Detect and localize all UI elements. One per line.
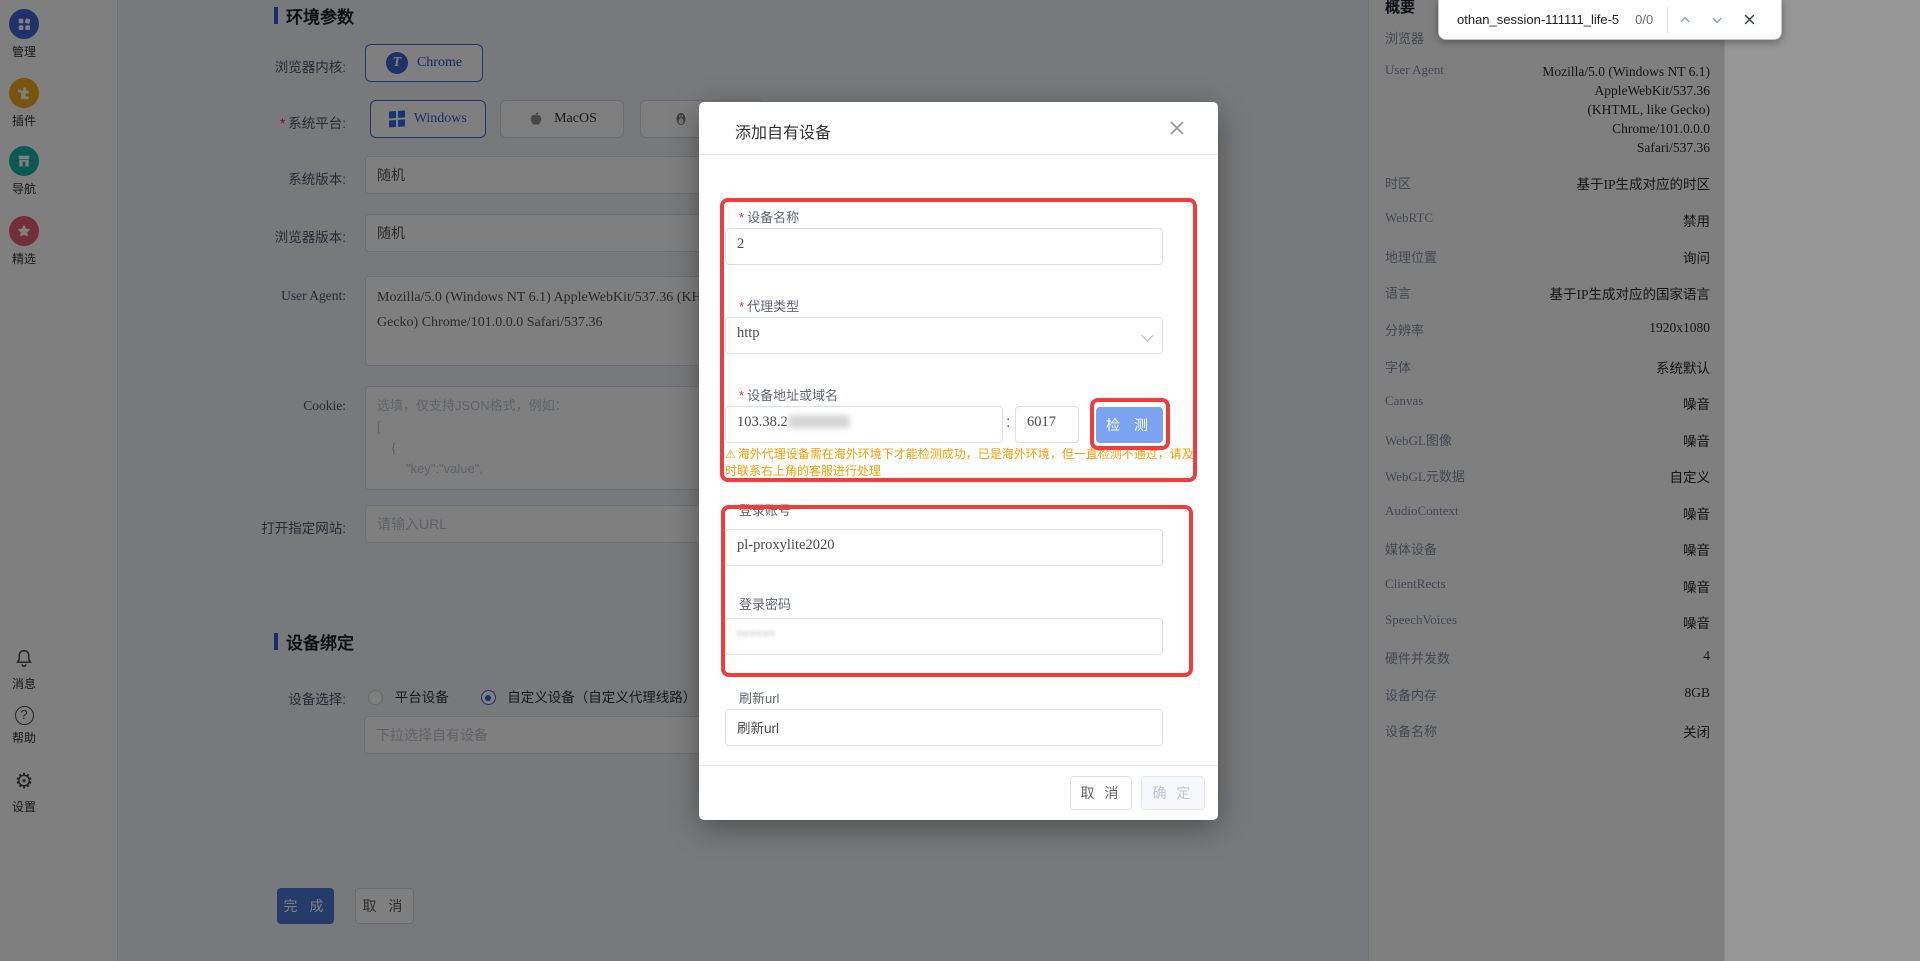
modal-cancel-button[interactable]: 取 消 <box>1070 776 1132 810</box>
right-gutter <box>1724 0 1920 961</box>
add-own-device-modal: 添加自有设备 *设备名称 2 *代理类型 http *设备地址或域名 103.3… <box>699 102 1218 820</box>
find-close-button[interactable] <box>1734 5 1764 35</box>
login-account-input[interactable]: pl-proxylite2020 <box>725 529 1163 566</box>
device-address-input[interactable]: 103.38.2 <box>725 406 1003 443</box>
device-name-label: *设备名称 <box>739 207 799 226</box>
modal-title: 添加自有设备 <box>735 119 831 143</box>
device-port-input[interactable]: 6017 <box>1015 406 1079 443</box>
login-account-label: 登录账号 <box>739 500 791 519</box>
warning-triangle-icon: ⚠ <box>725 447 736 461</box>
device-address-label: *设备地址或域名 <box>739 385 838 404</box>
refresh-url-input[interactable]: 刷新url <box>725 709 1163 746</box>
modal-footer-divider <box>699 765 1218 766</box>
proxy-type-select[interactable]: http <box>725 317 1163 354</box>
app-window: 管理 插件 导航 精选 消息 ? 帮助 <box>0 0 1920 961</box>
find-next-button[interactable] <box>1702 5 1732 35</box>
chevron-down-icon <box>1710 13 1724 27</box>
required-mark: * <box>739 299 744 314</box>
find-bar-divider <box>1667 7 1668 33</box>
modal-header-divider <box>699 154 1218 155</box>
login-password-input[interactable]: •••••• <box>725 618 1163 655</box>
find-previous-button[interactable] <box>1670 5 1700 35</box>
redacted-ip-segment <box>788 415 850 428</box>
login-password-label: 登录密码 <box>739 594 791 613</box>
proxy-type-label: *代理类型 <box>739 296 799 315</box>
chevron-down-icon <box>1141 329 1154 342</box>
find-query-input[interactable]: othan_session-111111_life-5 <box>1457 12 1619 27</box>
modal-confirm-button[interactable]: 确 定 <box>1141 776 1205 810</box>
required-mark: * <box>739 388 744 403</box>
find-match-count: 0/0 <box>1635 12 1653 27</box>
address-port-separator: : <box>1006 414 1010 432</box>
find-in-page-bar: othan_session-111111_life-5 0/0 <box>1438 0 1782 40</box>
required-mark: * <box>739 210 744 225</box>
modal-close-icon[interactable] <box>1167 118 1189 140</box>
close-icon <box>1742 12 1757 27</box>
detect-button[interactable]: 检 测 <box>1096 407 1163 443</box>
refresh-url-label: 刷新url <box>739 688 779 707</box>
proxy-warning-text: ⚠海外代理设备需在海外环境下才能检测成功，已是海外环境，但一直检测不通过，请及时… <box>725 446 1199 480</box>
chevron-up-icon <box>1678 13 1692 27</box>
device-name-input[interactable]: 2 <box>725 228 1163 265</box>
masked-password: •••••• <box>737 626 776 641</box>
